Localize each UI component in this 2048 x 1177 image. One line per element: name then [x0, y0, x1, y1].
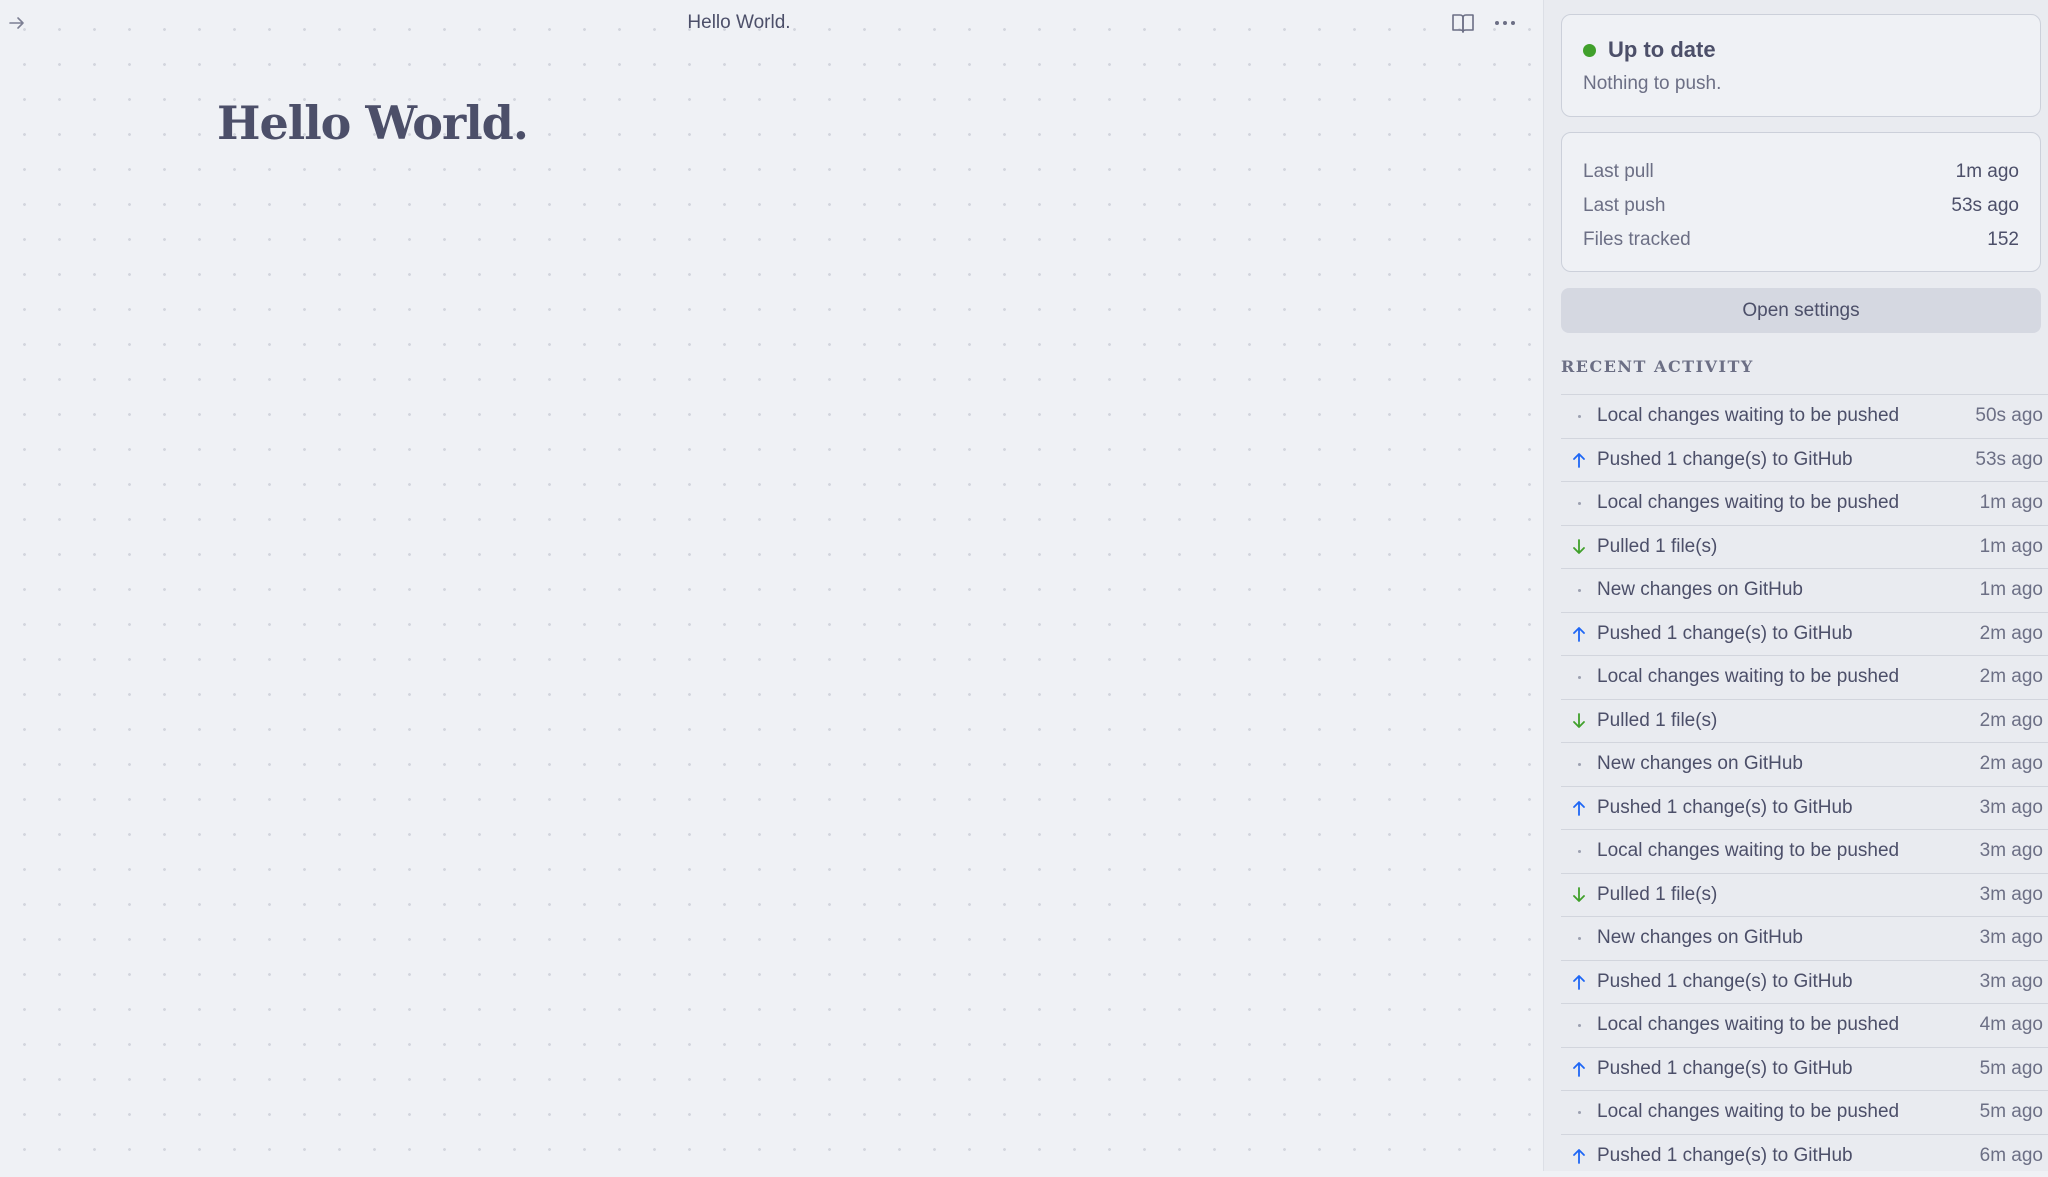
arrow-up-icon: [1561, 451, 1597, 469]
activity-text: Local changes waiting to be pushed: [1597, 1101, 1980, 1123]
stat-label: Last push: [1583, 195, 1665, 217]
activity-item: Pushed 1 change(s) to GitHub6m ago: [1561, 1134, 2048, 1177]
status-title: Up to date: [1608, 37, 1716, 63]
activity-text: Pushed 1 change(s) to GitHub: [1597, 797, 1980, 819]
activity-item: Local changes waiting to be pushed5m ago: [1561, 1090, 2048, 1134]
activity-text: Pulled 1 file(s): [1597, 536, 1980, 558]
activity-time: 4m ago: [1980, 1014, 2048, 1036]
dot-icon: [1561, 589, 1597, 592]
more-horizontal-icon[interactable]: [1493, 11, 1517, 35]
arrow-up-icon: [1561, 973, 1597, 991]
activity-time: 1m ago: [1980, 492, 2048, 514]
arrow-down-icon: [1561, 712, 1597, 730]
activity-time: 1m ago: [1980, 536, 2048, 558]
open-settings-button[interactable]: Open settings: [1561, 288, 2041, 333]
activity-item: Local changes waiting to be pushed1m ago: [1561, 481, 2048, 525]
stat-value: 53s ago: [1951, 195, 2019, 217]
view-title: Hello World.: [0, 12, 1478, 34]
activity-time: 3m ago: [1980, 797, 2048, 819]
stat-value: 1m ago: [1956, 161, 2019, 183]
view-actions: [1451, 11, 1517, 35]
recent-activity-heading: RECENT ACTIVITY: [1561, 357, 1754, 376]
dot-icon: [1561, 502, 1597, 505]
dot-icon: [1561, 937, 1597, 940]
activity-text: New changes on GitHub: [1597, 753, 1980, 775]
stat-value: 152: [1987, 229, 2019, 251]
activity-text: Pushed 1 change(s) to GitHub: [1597, 1058, 1980, 1080]
dot-icon: [1561, 415, 1597, 418]
activity-item: Pushed 1 change(s) to GitHub3m ago: [1561, 960, 2048, 1004]
dot-icon: [1561, 850, 1597, 853]
status-subtitle: Nothing to push.: [1583, 73, 1721, 95]
activity-item: Local changes waiting to be pushed3m ago: [1561, 829, 2048, 873]
arrow-up-icon: [1561, 799, 1597, 817]
activity-time: 6m ago: [1980, 1145, 2048, 1167]
status-row: Up to date: [1583, 37, 1716, 63]
dot-icon: [1561, 676, 1597, 679]
activity-time: 3m ago: [1980, 971, 2048, 993]
stat-row-last-pull: Last pull 1m ago: [1583, 155, 2019, 189]
activity-item: New changes on GitHub1m ago: [1561, 568, 2048, 612]
dot-icon: [1561, 1024, 1597, 1027]
activity-text: Pushed 1 change(s) to GitHub: [1597, 971, 1980, 993]
activity-time: 3m ago: [1980, 840, 2048, 862]
activity-item: Local changes waiting to be pushed2m ago: [1561, 655, 2048, 699]
activity-text: Local changes waiting to be pushed: [1597, 405, 1975, 427]
editor-pane: Hello World. Hello World.: [0, 0, 1543, 1171]
activity-text: Pushed 1 change(s) to GitHub: [1597, 1145, 1980, 1167]
activity-item: Pulled 1 file(s)3m ago: [1561, 873, 2048, 917]
arrow-up-icon: [1561, 1060, 1597, 1078]
status-card: Up to date Nothing to push.: [1561, 14, 2041, 117]
activity-time: 2m ago: [1980, 623, 2048, 645]
activity-time: 50s ago: [1975, 405, 2048, 427]
activity-text: Local changes waiting to be pushed: [1597, 840, 1980, 862]
activity-text: New changes on GitHub: [1597, 579, 1980, 601]
activity-item: Local changes waiting to be pushed4m ago: [1561, 1003, 2048, 1047]
stat-label: Last pull: [1583, 161, 1654, 183]
view-header: Hello World.: [0, 0, 1543, 46]
sync-sidebar: Up to date Nothing to push. Last pull 1m…: [1543, 0, 2048, 1171]
activity-time: 5m ago: [1980, 1058, 2048, 1080]
stats-card: Last pull 1m ago Last push 53s ago Files…: [1561, 132, 2041, 272]
activity-item: Pushed 1 change(s) to GitHub2m ago: [1561, 612, 2048, 656]
activity-text: New changes on GitHub: [1597, 927, 1980, 949]
arrow-down-icon: [1561, 886, 1597, 904]
activity-item: Pushed 1 change(s) to GitHub53s ago: [1561, 438, 2048, 482]
activity-time: 3m ago: [1980, 927, 2048, 949]
stat-row-last-push: Last push 53s ago: [1583, 189, 2019, 223]
activity-list: Local changes waiting to be pushed50s ag…: [1561, 394, 2048, 1177]
activity-item: New changes on GitHub2m ago: [1561, 742, 2048, 786]
stat-row-files-tracked: Files tracked 152: [1583, 223, 2019, 257]
activity-time: 53s ago: [1975, 449, 2048, 471]
status-dot-icon: [1583, 44, 1596, 57]
activity-item: Pulled 1 file(s)2m ago: [1561, 699, 2048, 743]
dot-icon: [1561, 1111, 1597, 1114]
arrow-down-icon: [1561, 538, 1597, 556]
activity-time: 5m ago: [1980, 1101, 2048, 1123]
book-open-icon[interactable]: [1451, 11, 1475, 35]
activity-item: Pushed 1 change(s) to GitHub5m ago: [1561, 1047, 2048, 1091]
activity-text: Pushed 1 change(s) to GitHub: [1597, 623, 1980, 645]
arrow-up-icon: [1561, 625, 1597, 643]
activity-time: 3m ago: [1980, 884, 2048, 906]
activity-text: Local changes waiting to be pushed: [1597, 1014, 1980, 1036]
activity-text: Pulled 1 file(s): [1597, 710, 1980, 732]
activity-item: New changes on GitHub3m ago: [1561, 916, 2048, 960]
activity-time: 2m ago: [1980, 753, 2048, 775]
activity-item: Local changes waiting to be pushed50s ag…: [1561, 394, 2048, 438]
activity-text: Pulled 1 file(s): [1597, 884, 1980, 906]
activity-time: 2m ago: [1980, 710, 2048, 732]
dot-icon: [1561, 763, 1597, 766]
activity-item: Pushed 1 change(s) to GitHub3m ago: [1561, 786, 2048, 830]
activity-item: Pulled 1 file(s)1m ago: [1561, 525, 2048, 569]
stat-label: Files tracked: [1583, 229, 1691, 251]
arrow-up-icon: [1561, 1147, 1597, 1165]
activity-text: Local changes waiting to be pushed: [1597, 492, 1980, 514]
document-heading[interactable]: Hello World.: [217, 96, 528, 150]
activity-text: Pushed 1 change(s) to GitHub: [1597, 449, 1975, 471]
activity-time: 1m ago: [1980, 579, 2048, 601]
activity-text: Local changes waiting to be pushed: [1597, 666, 1980, 688]
activity-time: 2m ago: [1980, 666, 2048, 688]
